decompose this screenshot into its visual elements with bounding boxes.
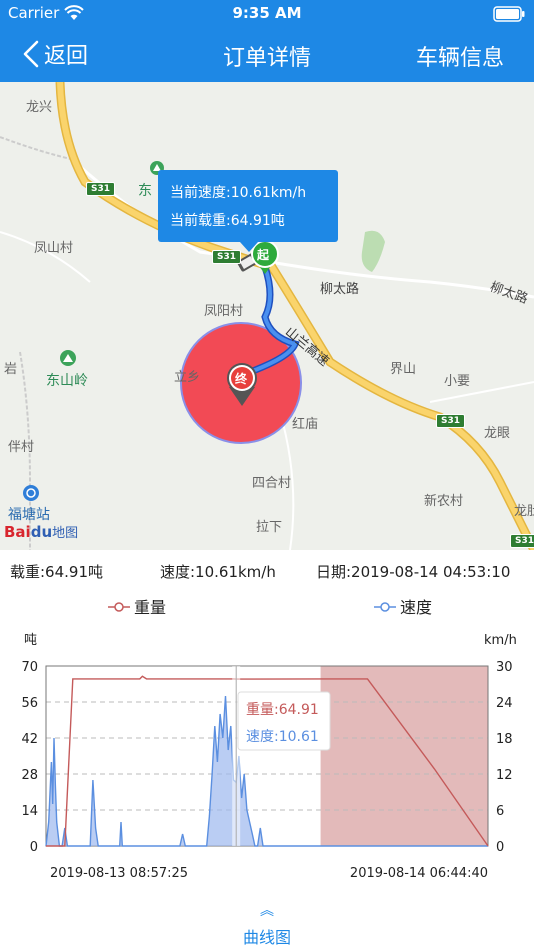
- road-shield: S31: [510, 534, 534, 548]
- legend-marker: [114, 602, 124, 612]
- y-right-tick: 12: [496, 768, 513, 783]
- road-shield: S31: [86, 182, 116, 196]
- map-label: 立乡: [174, 370, 201, 385]
- map-label: 新农村: [424, 494, 464, 509]
- map-label: 伴村: [8, 440, 35, 455]
- map-label: 福塘站: [8, 507, 50, 523]
- chevron-up-icon: ︽: [260, 903, 274, 919]
- chart[interactable]: 重量 速度吨 km/h 0 14 28 42 56 70 0 6 12 18 24 30 重量:64.91 速度…: [0, 590, 534, 890]
- bubble-speed: 当前速度:10.61km/h: [170, 185, 307, 201]
- x-tick-start: 2019-08-13 08:57:25: [50, 866, 188, 881]
- chart-toggle-button[interactable]: ︽ 曲线图: [0, 900, 534, 950]
- map-label: 东: [138, 183, 152, 199]
- battery-icon: [493, 6, 525, 22]
- y-left-tick: 56: [21, 696, 38, 711]
- map-label: 东山岭: [46, 373, 88, 389]
- y-left-tick: 70: [21, 660, 38, 675]
- vehicle-info-button[interactable]: 车辆信息: [416, 40, 504, 72]
- logo-paw: du: [30, 523, 53, 541]
- logo-ditu: 地图: [52, 526, 79, 541]
- map-label: 四合村: [252, 476, 292, 491]
- y-left-tick: 14: [21, 804, 38, 819]
- map-view[interactable]: 龙兴 东 凤山村 凤阳村 柳太路 柳太路 东山岭 岩 立乡 界山 小要 红庙 龙…: [0, 82, 534, 550]
- map-label: 红庙: [292, 417, 319, 432]
- tooltip-speed: 速度:10.61: [246, 729, 319, 745]
- mountain-icon: [60, 350, 76, 366]
- map-label: 龙兴: [26, 100, 53, 115]
- back-label: 返回: [44, 44, 89, 69]
- y-right-tick: 24: [496, 696, 513, 711]
- status-time: 9:35 AM: [232, 4, 302, 22]
- map-label: 岩: [4, 362, 18, 377]
- end-marker-label: 终: [235, 372, 248, 386]
- map-label: 柳太路: [320, 282, 360, 297]
- legend-label: 速度: [400, 598, 432, 617]
- y-left-tick: 42: [21, 732, 38, 747]
- selection-region: [320, 666, 488, 846]
- chart-svg: 重量 速度吨 km/h 0 14 28 42 56 70 0 6 12 18 24 30 重量:64.91 速度…: [21, 598, 517, 881]
- map-label: 界山: [390, 362, 417, 377]
- y-right-axis-label: km/h: [484, 633, 517, 648]
- map-label: 小要: [444, 374, 471, 389]
- load-value: 载重:64.91吨: [10, 563, 103, 581]
- legend-label: 重量: [134, 598, 166, 617]
- y-right-tick: 18: [496, 732, 513, 747]
- y-right-tick: 30: [496, 660, 513, 675]
- speed-value: 速度:10.61km/h: [160, 563, 276, 581]
- info-bubble: 当前速度:10.61km/h 当前载重:64.91吨: [158, 170, 338, 252]
- tooltip-weight: 重量:64.91: [246, 702, 319, 718]
- map-label: 龙肚: [514, 504, 534, 519]
- date-value: 日期:2019-08-14 04:53:10: [316, 563, 511, 581]
- road-shield: S31: [212, 250, 242, 264]
- nav-bar: 返回 订单详情 车辆信息: [0, 28, 534, 80]
- back-button[interactable]: 返回: [22, 37, 88, 71]
- map-label: 拉下: [256, 520, 283, 535]
- bubble-load: 当前载重:64.91吨: [170, 213, 285, 229]
- road-shield: S31: [436, 414, 466, 428]
- start-marker-label: 起: [257, 248, 270, 262]
- y-left-tick: 28: [21, 768, 38, 783]
- status-bar: Carrier 9:35 AM: [0, 0, 534, 27]
- chart-toggle-label: 曲线图: [242, 928, 291, 947]
- baidu-logo: Baidu地图: [4, 522, 78, 541]
- legend-marker: [380, 602, 390, 612]
- y-right-tick: 6: [496, 804, 504, 819]
- info-row: 载重:64.91吨 速度:10.61km/h 日期:2019-08-14 04:…: [0, 552, 534, 588]
- bus-station-icon: [23, 485, 39, 501]
- map-label: 龙眼: [484, 426, 511, 441]
- map-label: 凤阳村: [204, 304, 244, 319]
- header: Carrier 9:35 AM 返回 订单详情 车辆信息: [0, 0, 534, 82]
- y-right-tick: 0: [496, 840, 504, 855]
- x-tick-end: 2019-08-14 06:44:40: [350, 866, 488, 881]
- y-left-tick: 0: [30, 840, 38, 855]
- y-left-axis-label: 吨: [24, 633, 37, 648]
- map-label: 凤山村: [34, 241, 74, 256]
- logo-bai: Bai: [4, 523, 31, 541]
- chevron-left-icon: [23, 40, 39, 68]
